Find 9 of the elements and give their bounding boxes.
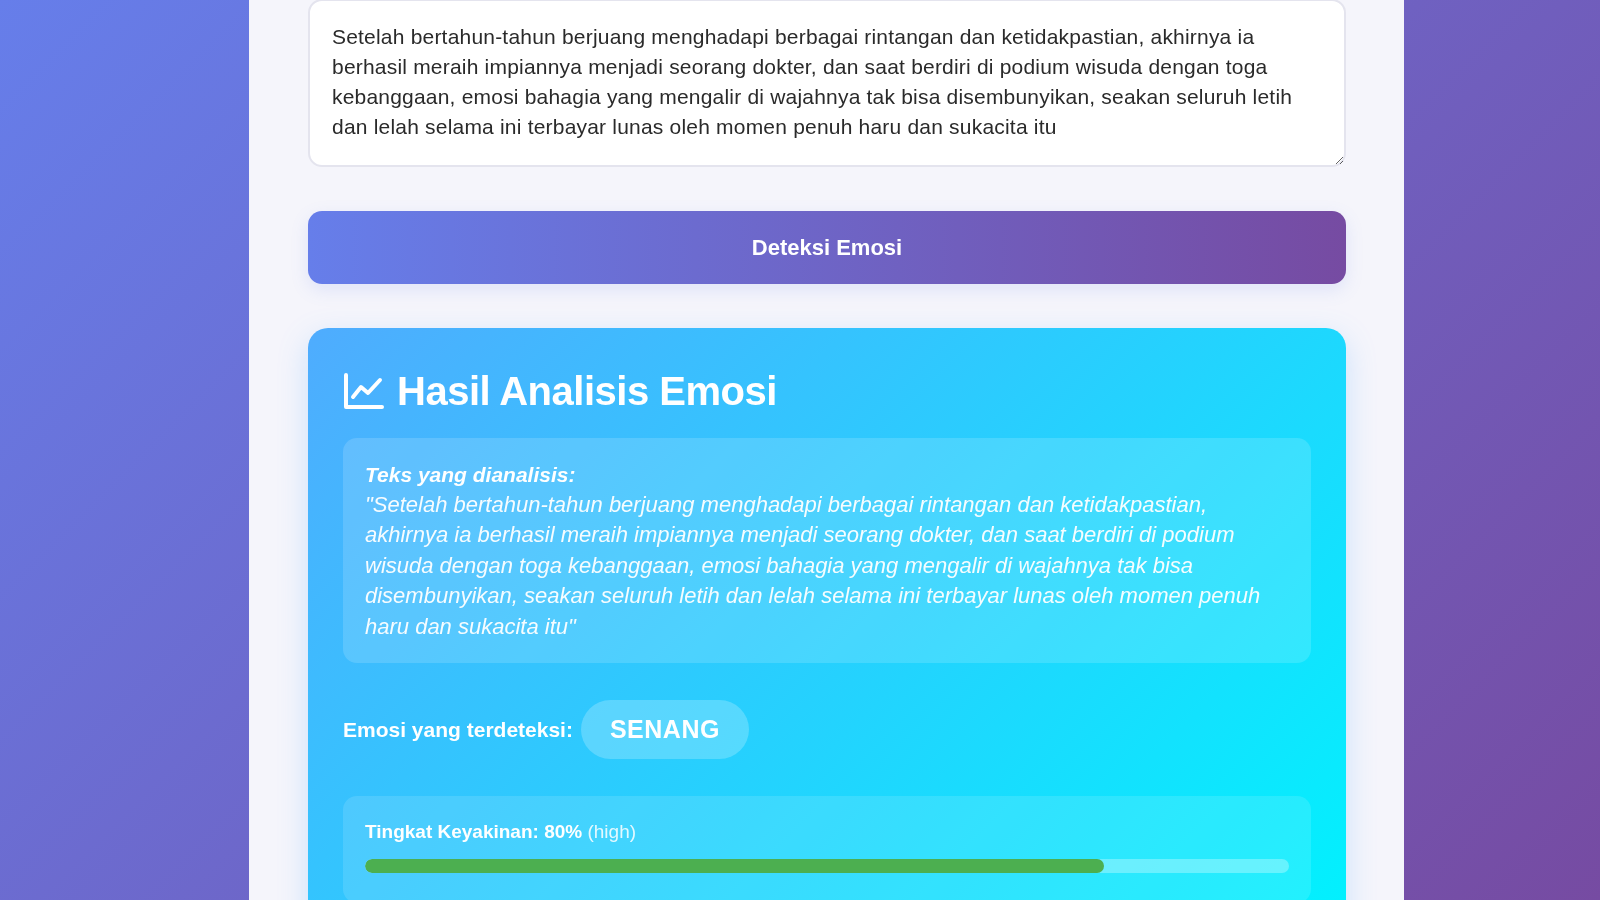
text-input[interactable]: Setelah bertahun-tahun berjuang menghadapi berbagai rintangan dan ketidakpastian, akhirnya ia berhasil meraih impiannya menjadi seorang dokter, dan saat berdiri di podium wisuda dengan toga kebanggaan, emosi bahagia yang mengalir di wajahnya tak bisa disembunyikan, seakan seluruh letih dan lelah selama ini terbayar lunas oleh momen penuh haru dan sukacita itu <box>308 0 1346 167</box>
emotion-badge: SENANG <box>580 700 749 760</box>
confidence-label: Tingkat Keyakinan: 80% (high) <box>365 820 638 845</box>
analyzed-text: "Setelah bertahun-tahun berjuang menghadapi berbagai rintangan dan ketidakpastian, akhirnya ia berhasil meraih impiannya menjadi seorang dokter, dan saat berdiri di podium wisuda dengan toga kebanggaan, emosi bahagia yang mengalir di wajahnya tak bisa disembunyikan, seakan seluruh letih dan lelah selama ini terbayar lunas oleh momen penuh haru dan sukacita itu" <box>365 491 1262 641</box>
line-chart-icon <box>343 372 385 410</box>
detect-button[interactable]: Deteksi Emosi <box>308 211 1346 284</box>
result-title: Hasil Analisis Emosi <box>397 368 777 415</box>
analyzed-label: Teks yang dianalisis: <box>365 462 577 488</box>
emotion-label: Emosi yang terdeteksi: <box>343 717 573 742</box>
